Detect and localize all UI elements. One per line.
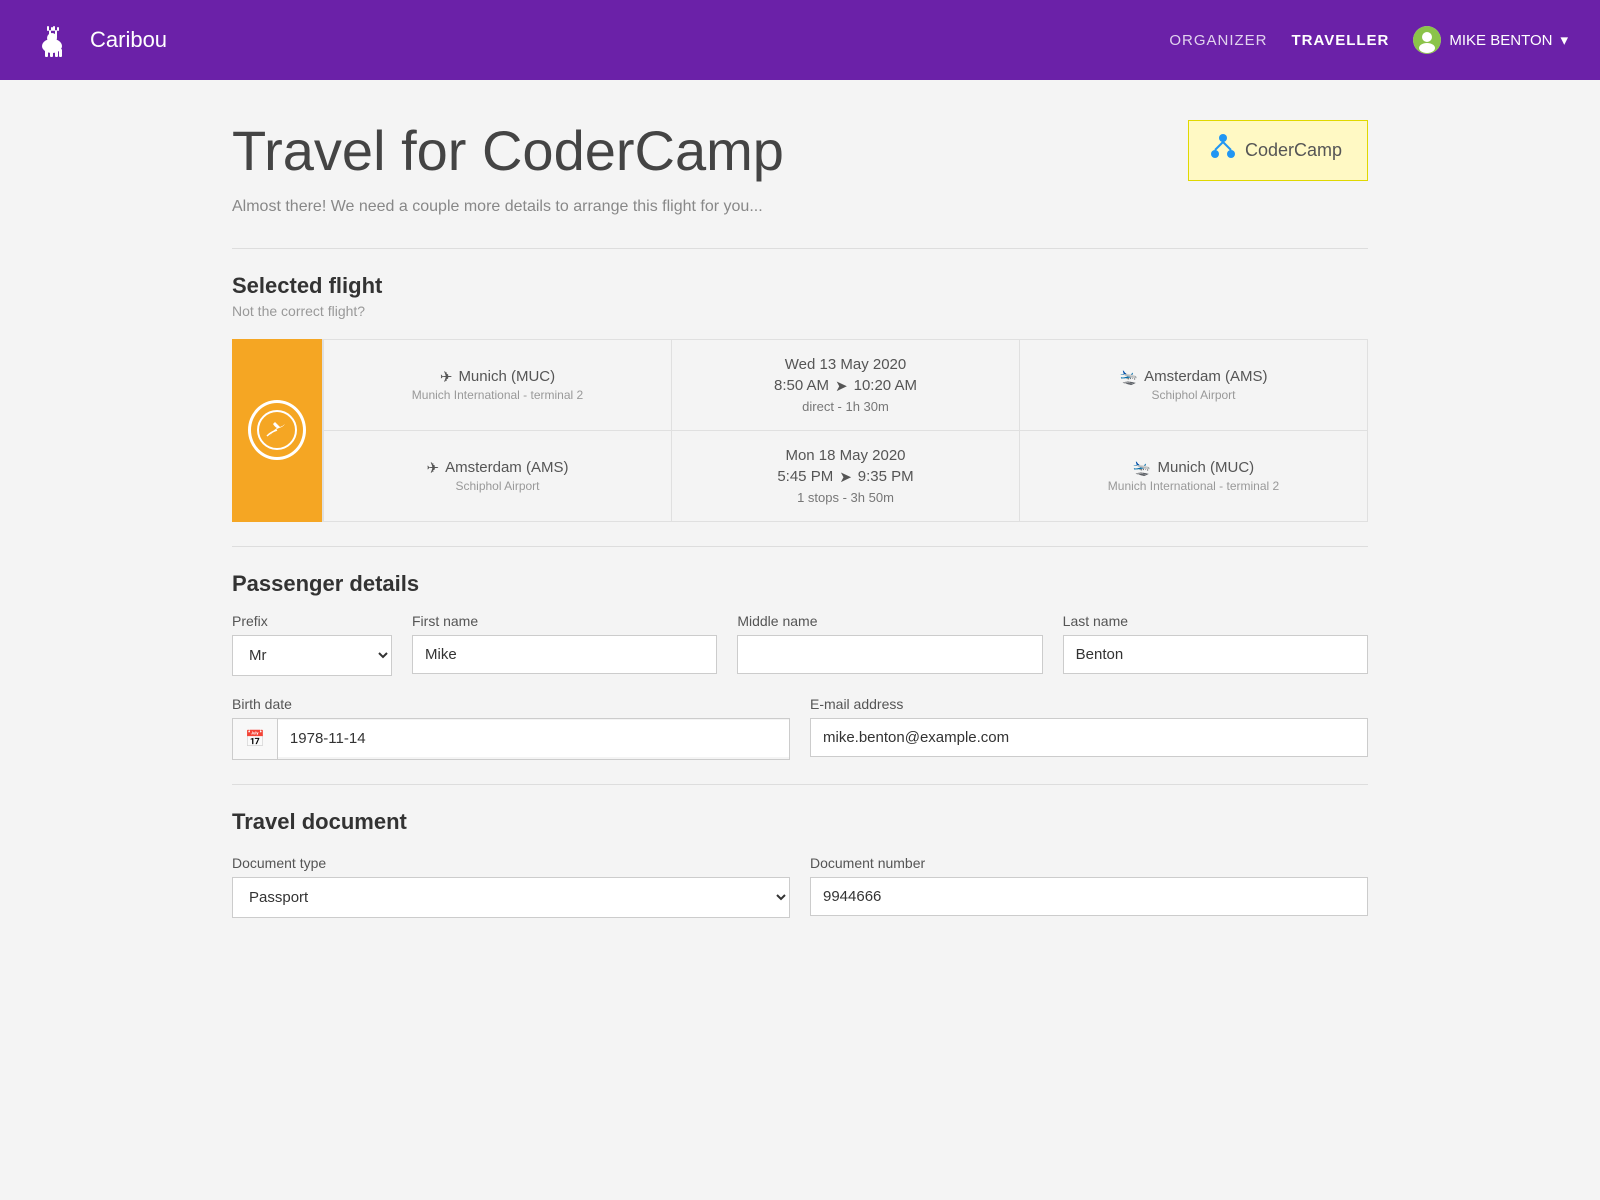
- outbound-duration: direct - 1h 30m: [802, 399, 889, 414]
- email-field: E-mail address: [810, 696, 1368, 760]
- nav-traveller[interactable]: TRAVELLER: [1292, 32, 1390, 49]
- doc-number-input[interactable]: [810, 877, 1368, 916]
- return-time-range: 5:45 PM ➤ 9:35 PM: [777, 468, 913, 486]
- return-times: Mon 18 May 2020 5:45 PM ➤ 9:35 PM 1 stop…: [671, 431, 1019, 521]
- divider-3: [232, 784, 1368, 785]
- birth-date-field: Birth date 📅: [232, 696, 790, 760]
- travel-document-section: Travel document Document type Passport I…: [232, 809, 1368, 918]
- last-name-input[interactable]: [1063, 635, 1368, 674]
- codercamp-logo-icon: [1209, 133, 1237, 168]
- return-duration: 1 stops - 3h 50m: [797, 490, 894, 505]
- prefix-label: Prefix: [232, 613, 392, 629]
- document-fields-grid: Document type Passport ID Card Driver Li…: [232, 855, 1368, 918]
- airline-logo: [232, 339, 322, 522]
- middle-name-input[interactable]: [737, 635, 1042, 674]
- user-avatar: [1413, 26, 1441, 54]
- return-arr-terminal: Munich International - terminal 2: [1108, 479, 1279, 493]
- page-title: Travel for CoderCamp: [232, 120, 784, 182]
- middle-name-field: Middle name: [737, 613, 1042, 676]
- takeoff-icon: ✈: [440, 368, 453, 386]
- first-name-field: First name: [412, 613, 717, 676]
- logo-text: Caribou: [90, 27, 167, 53]
- email-label: E-mail address: [810, 696, 1368, 712]
- first-name-input[interactable]: [412, 635, 717, 674]
- main-content: Travel for CoderCamp CoderCamp Almost th…: [200, 80, 1400, 958]
- outbound-time-range: 8:50 AM ➤ 10:20 AM: [774, 377, 917, 395]
- middle-name-label: Middle name: [737, 613, 1042, 629]
- doc-type-select[interactable]: Passport ID Card Driver License: [232, 877, 790, 918]
- birth-date-input[interactable]: [278, 720, 789, 757]
- codercamp-badge: CoderCamp: [1188, 120, 1368, 181]
- last-name-field: Last name: [1063, 613, 1368, 676]
- flight-row-return: ✈ Amsterdam (AMS) Schiphol Airport Mon 1…: [323, 431, 1367, 521]
- doc-type-label: Document type: [232, 855, 790, 871]
- return-departure: ✈ Amsterdam (AMS) Schiphol Airport: [323, 431, 671, 521]
- travel-document-title: Travel document: [232, 809, 1368, 835]
- return-arrival: 🛬 Munich (MUC) Munich International - te…: [1019, 431, 1367, 521]
- birth-date-wrapper: 📅: [232, 718, 790, 760]
- flight-rows: ✈ Munich (MUC) Munich International - te…: [322, 339, 1368, 522]
- selected-flight-subtitle[interactable]: Not the correct flight?: [232, 303, 1368, 319]
- takeoff-icon-2: ✈: [427, 459, 440, 477]
- flight-card: ✈ Munich (MUC) Munich International - te…: [232, 339, 1368, 522]
- user-menu[interactable]: MIKE BENTON ▾: [1413, 26, 1568, 54]
- prefix-field: Prefix Mr Mrs Ms Dr: [232, 613, 392, 676]
- divider-1: [232, 248, 1368, 249]
- user-name: MIKE BENTON: [1449, 32, 1552, 49]
- arrow-right-icon-2: ➤: [839, 468, 852, 486]
- outbound-times: Wed 13 May 2020 8:50 AM ➤ 10:20 AM direc…: [671, 340, 1019, 430]
- page-header: Travel for CoderCamp CoderCamp: [232, 120, 1368, 182]
- logo-area: Caribou: [32, 16, 167, 64]
- airline-logo-circle: [248, 400, 306, 460]
- page-title-area: Travel for CoderCamp: [232, 120, 784, 182]
- landing-icon: 🛬: [1119, 368, 1138, 386]
- return-date: Mon 18 May 2020: [785, 447, 905, 464]
- last-name-label: Last name: [1063, 613, 1368, 629]
- outbound-dep-airport: ✈ Munich (MUC): [440, 368, 555, 386]
- birth-date-label: Birth date: [232, 696, 790, 712]
- contact-fields-grid: Birth date 📅 E-mail address: [232, 696, 1368, 760]
- selected-flight-title: Selected flight: [232, 273, 1368, 299]
- navigation: ORGANIZER TRAVELLER MIKE BENTON ▾: [1169, 26, 1568, 54]
- passenger-details-title: Passenger details: [232, 571, 1368, 597]
- divider-2: [232, 546, 1368, 547]
- outbound-arr-terminal: Schiphol Airport: [1151, 388, 1235, 402]
- email-input[interactable]: [810, 718, 1368, 757]
- return-arr-airport: 🛬 Munich (MUC): [1133, 459, 1254, 477]
- page-subtitle: Almost there! We need a couple more deta…: [232, 198, 1368, 216]
- outbound-departure: ✈ Munich (MUC) Munich International - te…: [323, 340, 671, 430]
- name-fields-grid: Prefix Mr Mrs Ms Dr First name Middle na…: [232, 613, 1368, 676]
- return-dep-airport: ✈ Amsterdam (AMS): [427, 459, 569, 477]
- avatar-icon: [1413, 26, 1441, 54]
- passenger-details-section: Passenger details Prefix Mr Mrs Ms Dr Fi…: [232, 571, 1368, 760]
- doc-type-field: Document type Passport ID Card Driver Li…: [232, 855, 790, 918]
- return-dep-terminal: Schiphol Airport: [455, 479, 539, 493]
- landing-icon-2: 🛬: [1133, 459, 1152, 477]
- header: Caribou ORGANIZER TRAVELLER MIKE BENTON …: [0, 0, 1600, 80]
- nav-organizer[interactable]: ORGANIZER: [1169, 32, 1267, 49]
- outbound-date: Wed 13 May 2020: [785, 356, 906, 373]
- arrow-right-icon: ➤: [835, 377, 848, 395]
- outbound-dep-terminal: Munich International - terminal 2: [412, 388, 583, 402]
- calendar-icon: 📅: [233, 719, 278, 759]
- outbound-arrival: 🛬 Amsterdam (AMS) Schiphol Airport: [1019, 340, 1367, 430]
- flight-row-outbound: ✈ Munich (MUC) Munich International - te…: [323, 340, 1367, 431]
- doc-number-label: Document number: [810, 855, 1368, 871]
- user-chevron-icon: ▾: [1560, 31, 1568, 49]
- caribou-logo-icon: [32, 16, 80, 64]
- doc-number-field: Document number: [810, 855, 1368, 918]
- selected-flight-section: Selected flight Not the correct flight?: [232, 273, 1368, 522]
- codercamp-label: CoderCamp: [1245, 140, 1342, 161]
- outbound-arr-airport: 🛬 Amsterdam (AMS): [1119, 368, 1267, 386]
- prefix-select[interactable]: Mr Mrs Ms Dr: [232, 635, 392, 676]
- first-name-label: First name: [412, 613, 717, 629]
